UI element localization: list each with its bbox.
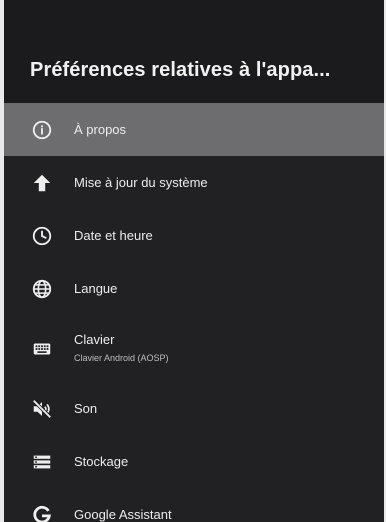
header: Préférences relatives à l'appa... bbox=[4, 0, 384, 103]
menu-item-sublabel: Clavier Android (AOSP) bbox=[74, 353, 169, 363]
keyboard-icon bbox=[30, 337, 54, 361]
menu-item-storage[interactable]: Stockage bbox=[4, 435, 384, 488]
menu-item-label: Stockage bbox=[74, 453, 129, 469]
menu-item-label: À propos bbox=[74, 121, 127, 137]
clock-icon bbox=[30, 224, 54, 248]
arrow-up-icon bbox=[30, 171, 54, 195]
menu-item-label: Date et heure bbox=[74, 227, 153, 243]
menu-item-label: Google Assistant bbox=[74, 506, 172, 522]
settings-panel: Préférences relatives à l'appa... À prop… bbox=[4, 0, 384, 522]
menu-item-google-assistant[interactable]: Google Assistant bbox=[4, 488, 384, 522]
menu-item-label: Mise à jour du système bbox=[74, 174, 208, 190]
google-icon bbox=[30, 503, 54, 522]
page-title: Préférences relatives à l'appa... bbox=[30, 59, 331, 81]
storage-icon bbox=[30, 450, 54, 474]
globe-icon bbox=[30, 277, 54, 301]
menu-item-about[interactable]: À propos bbox=[4, 103, 384, 156]
settings-menu: À propos Mise à jour du système Date et … bbox=[4, 103, 384, 522]
menu-item-keyboard[interactable]: Clavier Clavier Android (AOSP) bbox=[4, 315, 384, 382]
menu-item-sound[interactable]: Son bbox=[4, 382, 384, 435]
sound-off-icon bbox=[30, 397, 54, 421]
menu-item-date-time[interactable]: Date et heure bbox=[4, 209, 384, 262]
menu-item-label: Langue bbox=[74, 280, 118, 296]
menu-item-system-update[interactable]: Mise à jour du système bbox=[4, 156, 384, 209]
menu-item-language[interactable]: Langue bbox=[4, 262, 384, 315]
info-icon bbox=[30, 118, 54, 142]
menu-item-label: Son bbox=[74, 400, 98, 416]
menu-item-label: Clavier bbox=[74, 332, 115, 347]
